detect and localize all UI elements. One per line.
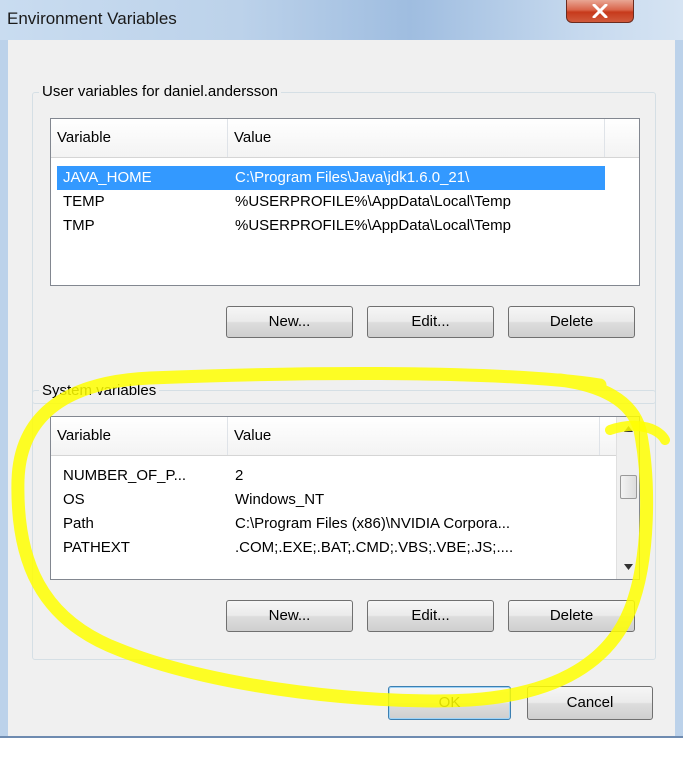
variable-name: OS bbox=[63, 491, 85, 508]
scroll-down-button[interactable] bbox=[617, 557, 639, 577]
close-button[interactable] bbox=[566, 0, 634, 23]
column-header-variable[interactable]: Variable bbox=[51, 417, 228, 455]
list-item-java-home[interactable]: JAVA_HOME C:\Program Files\Java\jdk1.6.0… bbox=[57, 166, 605, 190]
ok-button[interactable]: OK bbox=[388, 686, 511, 720]
user-variables-label: User variables for daniel.andersson bbox=[39, 83, 281, 100]
system-variables-header: Variable Value bbox=[51, 417, 617, 456]
list-item-temp[interactable]: TEMP %USERPROFILE%\AppData\Local\Temp bbox=[57, 190, 605, 214]
variable-value: 2 bbox=[235, 467, 244, 484]
list-item-path[interactable]: Path C:\Program Files (x86)\NVIDIA Corpo… bbox=[57, 512, 605, 536]
variable-value: .COM;.EXE;.BAT;.CMD;.VBS;.VBE;.JS;.... bbox=[235, 539, 514, 556]
variable-value: Windows_NT bbox=[235, 491, 325, 508]
variable-value: C:\Program Files\Java\jdk1.6.0_21\ bbox=[235, 169, 470, 186]
scroll-thumb[interactable] bbox=[620, 475, 637, 499]
user-edit-button[interactable]: Edit... bbox=[367, 306, 494, 338]
variable-value: C:\Program Files (x86)\NVIDIA Corpora... bbox=[235, 515, 511, 532]
cancel-button[interactable]: Cancel bbox=[527, 686, 653, 720]
scroll-up-button[interactable] bbox=[617, 419, 639, 439]
variable-name: TEMP bbox=[63, 193, 105, 210]
column-header-value[interactable]: Value bbox=[228, 417, 600, 455]
variable-value: %USERPROFILE%\AppData\Local\Temp bbox=[235, 193, 511, 210]
user-new-button[interactable]: New... bbox=[226, 306, 353, 338]
column-header-variable[interactable]: Variable bbox=[51, 119, 228, 157]
list-item-number-of-processors[interactable]: NUMBER_OF_P... 2 bbox=[57, 464, 605, 488]
close-icon bbox=[592, 4, 608, 18]
user-variables-list[interactable]: Variable Value JAVA_HOME C:\Program File… bbox=[50, 118, 640, 286]
arrow-down-icon bbox=[623, 564, 633, 570]
system-new-button[interactable]: New... bbox=[226, 600, 353, 632]
window-frame-left bbox=[0, 40, 8, 736]
list-item-pathext[interactable]: PATHEXT .COM;.EXE;.BAT;.CMD;.VBS;.VBE;.J… bbox=[57, 536, 605, 560]
variable-name: NUMBER_OF_P... bbox=[63, 467, 187, 484]
window-title: Environment Variables bbox=[7, 9, 177, 28]
title-bar[interactable]: Environment Variables bbox=[0, 0, 683, 40]
list-item-os[interactable]: OS Windows_NT bbox=[57, 488, 605, 512]
variable-name: PATHEXT bbox=[63, 539, 130, 556]
dialog-client-area: User variables for daniel.andersson Vari… bbox=[8, 40, 675, 736]
system-variables-scrollbar[interactable] bbox=[616, 417, 639, 579]
window-frame-right bbox=[675, 40, 683, 736]
system-edit-button[interactable]: Edit... bbox=[367, 600, 494, 632]
system-variables-label: System variables bbox=[39, 382, 160, 399]
column-header-value[interactable]: Value bbox=[228, 119, 605, 157]
user-delete-button[interactable]: Delete bbox=[508, 306, 635, 338]
system-variables-list[interactable]: Variable Value NUMBER_OF_P... 2 OS Windo… bbox=[50, 416, 640, 580]
variable-name: Path bbox=[63, 515, 94, 532]
variable-name: TMP bbox=[63, 217, 95, 234]
system-delete-button[interactable]: Delete bbox=[508, 600, 635, 632]
arrow-up-icon bbox=[623, 426, 633, 432]
user-variables-header: Variable Value bbox=[51, 119, 639, 158]
variable-name: JAVA_HOME bbox=[63, 169, 152, 186]
list-item-tmp[interactable]: TMP %USERPROFILE%\AppData\Local\Temp bbox=[57, 214, 605, 238]
window-frame-bottom bbox=[0, 736, 683, 760]
variable-value: %USERPROFILE%\AppData\Local\Temp bbox=[235, 217, 511, 234]
